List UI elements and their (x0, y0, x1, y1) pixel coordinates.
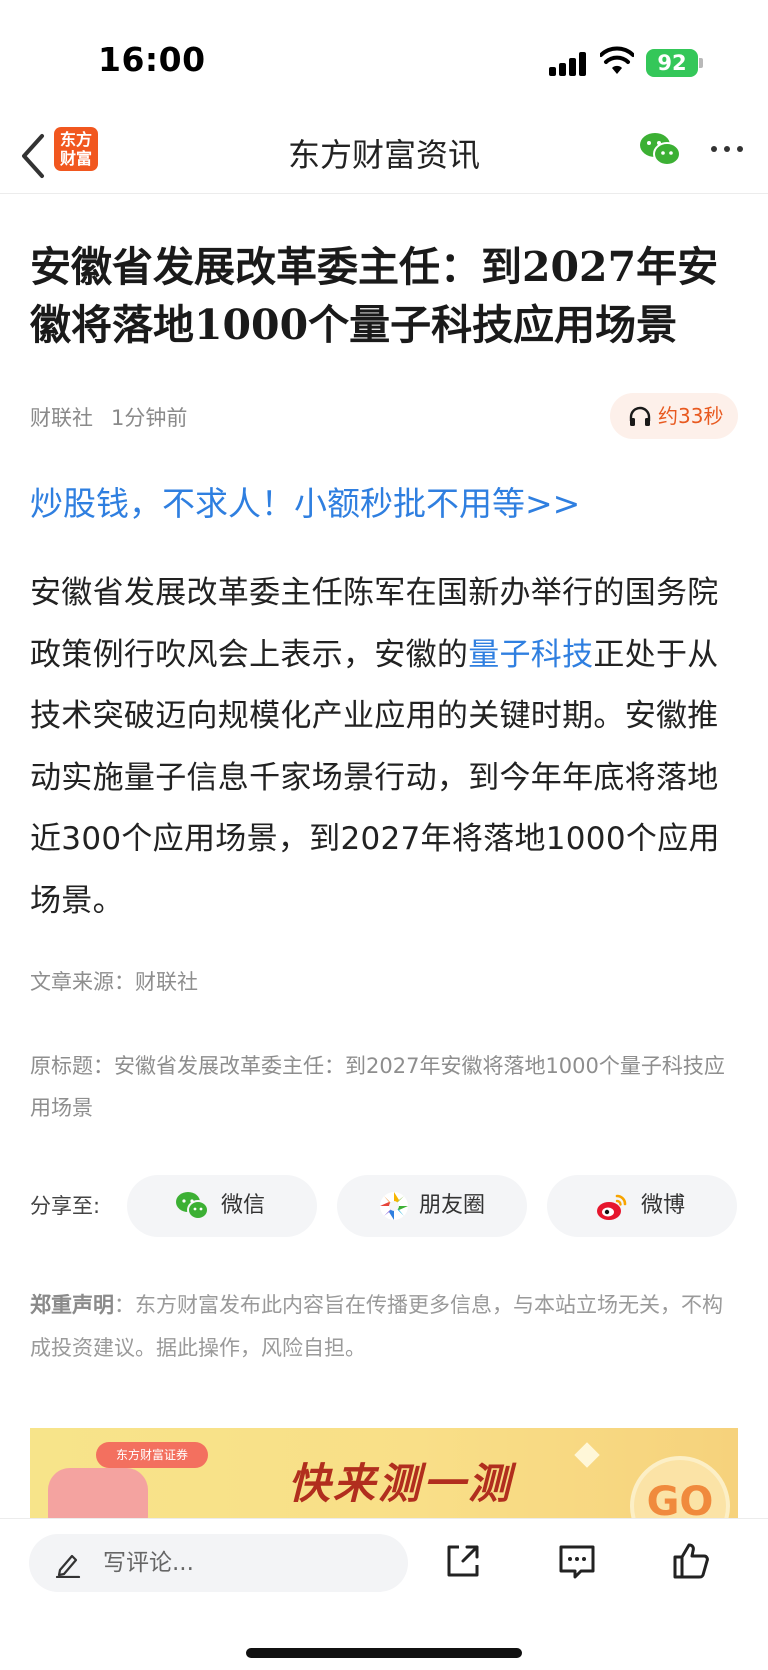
listen-button[interactable]: 约33秒 (610, 393, 738, 439)
article-headline: 安徽省发展改革委主任：到2027年安徽将落地1000个量子科技应用场景 (30, 243, 719, 349)
banner-title: 快来测一测 (288, 1459, 514, 1508)
comment-placeholder: 写评论... (103, 1550, 194, 1576)
bottom-bar: 写评论... (0, 1518, 768, 1670)
share-moments-button[interactable]: 朋友圈 (337, 1175, 527, 1237)
keyword-link[interactable]: 量子科技 (468, 637, 593, 673)
wechat-icon (176, 1192, 209, 1220)
nav-bar: 东方 财富 东方财富资讯 (0, 120, 768, 194)
audio-duration: 约33秒 (658, 404, 724, 428)
cellular-signal-icon (549, 52, 589, 76)
article-time: 1分钟前 (111, 406, 188, 430)
source-line: 文章来源：财联社 (30, 970, 198, 994)
article-meta: 财联社 1分钟前 (30, 402, 187, 432)
status-time: 16:00 (98, 40, 206, 79)
sparkle-icon (574, 1442, 600, 1468)
battery-cap (699, 58, 703, 68)
comment-icon[interactable] (557, 1541, 597, 1581)
share-wechat-button[interactable]: 微信 (127, 1175, 317, 1237)
banner-go-button[interactable]: GO (630, 1456, 730, 1518)
banner-brand-badge: 东方财富证券 (96, 1442, 208, 1468)
original-title: 原标题：安徽省发展改革委主任：到2027年安徽将落地1000个量子科技应用场景 (30, 1054, 725, 1120)
ad-banner[interactable]: 东方财富证券 快来测一测 GO (30, 1428, 738, 1518)
promo-link[interactable]: 炒股钱，不求人！小额秒批不用等>> (30, 477, 580, 525)
wifi-icon (600, 46, 634, 74)
wechat-share-icon[interactable] (638, 130, 682, 168)
moments-icon (380, 1192, 408, 1220)
article-source[interactable]: 财联社 (30, 406, 93, 430)
article-body: 安徽省发展改革委主任陈军在国新办举行的国务院政策例行吹风会上表示，安徽的量子科技… (30, 563, 742, 932)
thumbs-up-icon[interactable] (671, 1541, 711, 1581)
home-indicator (246, 1648, 522, 1658)
disclaimer: 郑重声明：东方财富发布此内容旨在传播更多信息，与本站立场无关，不构成投资建议。据… (30, 1284, 742, 1370)
more-menu-icon[interactable] (707, 134, 747, 164)
comment-input[interactable]: 写评论... (29, 1534, 408, 1592)
share-wechat-label: 微信 (221, 1193, 266, 1218)
share-label: 分享至: (30, 1194, 101, 1218)
headphones-icon (629, 406, 651, 426)
battery-icon: 92 (646, 49, 698, 77)
status-bar: 16:00 92 (0, 0, 768, 120)
share-moments-label: 朋友圈 (419, 1193, 486, 1218)
weibo-icon (597, 1194, 627, 1220)
share-weibo-button[interactable]: 微博 (547, 1175, 737, 1237)
body-text-2: 正处于从技术突破迈向规模化产业应用的关键时期。安徽推动实施量子信息千家场景行动，… (30, 636, 720, 919)
disclaimer-title: 郑重声明 (30, 1293, 114, 1317)
pencil-icon (55, 1554, 81, 1578)
share-weibo-label: 微博 (641, 1193, 686, 1218)
disclaimer-text: ：东方财富发布此内容旨在传播更多信息，与本站立场无关，不构成投资建议。据此操作，… (30, 1293, 723, 1360)
mascot-illustration (48, 1468, 148, 1518)
share-out-icon[interactable] (443, 1541, 483, 1581)
